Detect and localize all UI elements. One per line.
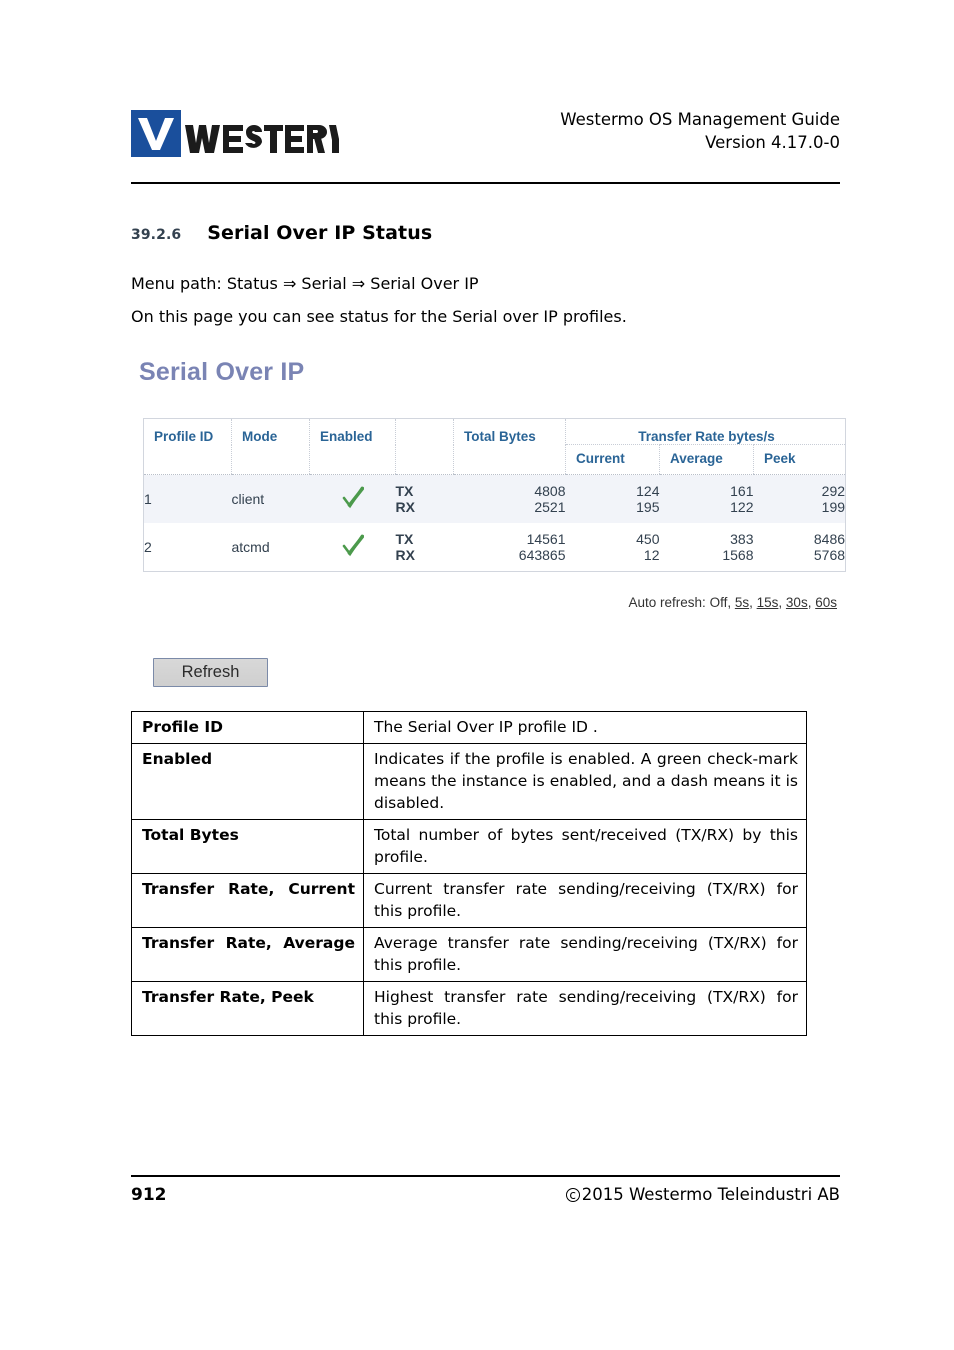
auto-refresh-sep-1: , [749,595,757,610]
column-header-transfer-rate-group: Transfer Rate bytes/s [565,418,846,445]
table-row: Total Bytes Total number of bytes sent/r… [131,819,807,874]
cell-profile-id: 1 [144,491,152,507]
column-header-enabled: Enabled [309,418,396,474]
field-description-table: Profile ID The Serial Over IP profile ID… [131,711,807,1036]
copyright-notice: c 2015 Westermo Teleindustri AB [565,1185,840,1204]
definition-transfer-rate-average: Average transfer rate sending/receiving … [363,927,807,982]
column-header-total-bytes: Total Bytes [453,418,566,474]
cell-enabled [310,475,396,524]
term-transfer-rate-current: Transfer Rate, Current [131,873,364,928]
term-total-bytes: Total Bytes [131,819,364,874]
serial-over-ip-status-table: Profile ID Mode Enabled Total Bytes Tran… [143,418,847,572]
column-header-average: Average [659,444,754,474]
westermo-w-mark-icon [131,110,181,157]
auto-refresh-off: Off [709,595,728,610]
term-transfer-rate-average: Transfer Rate, Average [131,927,364,982]
term-enabled: Enabled [131,743,364,820]
cell-direction-rx: RX [395,547,415,563]
definition-transfer-rate-peek: Highest transfer rate sending/receiving … [363,981,807,1036]
table-row: Transfer Rate, Peek Highest transfer rat… [131,981,807,1036]
table-row: Transfer Rate, Current Current transfer … [131,873,807,928]
definition-profile-id: The Serial Over IP profile ID . [363,711,807,744]
definition-enabled: Indicates if the profile is enabled. A g… [363,743,807,820]
table-row: 1 client TX 4808 124 161 292 [143,474,846,508]
cell-peek-tx: 8486 [813,531,846,547]
serial-over-ip-screenshot: Serial Over IP Profile ID Mode Enabled T… [131,352,847,622]
term-transfer-rate-peek: Transfer Rate, Peek [131,981,364,1036]
cell-total-bytes-tx: 4808 [534,483,566,499]
document-page: Westermo OS Management Guide Version 4.1… [0,0,954,1350]
document-title: Westermo OS Management Guide [560,110,840,129]
cell-mode: atcmd [231,539,270,555]
definition-transfer-rate-current: Current transfer rate sending/receiving … [363,873,807,928]
column-header-mode: Mode [231,418,310,474]
definition-total-bytes: Total number of bytes sent/received (TX/… [363,819,807,874]
copyright-text: 2015 Westermo Teleindustri AB [581,1185,840,1204]
auto-refresh-label: Auto refresh: [628,595,706,610]
auto-refresh-bar: Auto refresh: Off, 5s, 15s, 30s, 60s [629,595,838,610]
cell-peek-rx: 5768 [813,547,846,563]
footer-divider [131,1175,840,1178]
cell-peek-tx: 292 [821,483,846,499]
auto-refresh-sep-2: , [778,595,786,610]
cell-direction-tx: TX [395,483,414,499]
cell-average-tx: 161 [730,483,754,499]
document-title-block: Westermo OS Management Guide Version 4.1… [560,108,840,155]
table-row: Transfer Rate, Average Average transfer … [131,927,807,982]
cell-enabled [310,523,396,572]
westermo-logo [131,110,339,157]
table-row: Enabled Indicates if the profile is enab… [131,743,807,820]
page-header: Westermo OS Management Guide Version 4.1… [131,100,840,178]
cell-total-bytes-rx: 643865 [518,547,566,563]
copyright-icon: c [565,1188,580,1202]
table-header-row-top: Profile ID Mode Enabled Total Bytes Tran… [143,418,846,474]
screenshot-heading: Serial Over IP [139,358,305,386]
green-check-icon [342,486,364,510]
column-header-direction [395,418,454,474]
table-row: 2 atcmd TX 14561 450 383 8486 [143,523,846,556]
cell-average-tx: 383 [730,531,754,547]
cell-direction-tx: TX [395,531,414,547]
cell-current-tx: 124 [636,483,660,499]
section-title: Serial Over IP Status [207,222,433,244]
cell-current-tx: 450 [636,531,660,547]
cell-average-rx: 1568 [722,547,754,563]
column-header-profile-id: Profile ID [143,418,232,474]
intro-text: On this page you can see status for the … [131,307,627,326]
westermo-wordmark [181,110,339,157]
term-profile-id: Profile ID [131,711,364,744]
auto-refresh-option-30s[interactable]: 30s [786,595,808,610]
cell-total-bytes-rx: 2521 [534,499,566,515]
header-divider [131,182,840,185]
cell-average-rx: 122 [730,499,754,515]
cell-mode: client [231,491,265,507]
cell-current-rx: 12 [643,547,660,563]
auto-refresh-option-60s[interactable]: 60s [815,595,837,610]
auto-refresh-sep-0: , [727,595,735,610]
page-title: 39.2.6 Serial Over IP Status [131,222,432,244]
section-number: 39.2.6 [131,227,182,243]
cell-profile-id: 2 [144,539,152,555]
cell-current-rx: 195 [636,499,660,515]
cell-peek-rx: 199 [821,499,846,515]
column-header-current: Current [565,444,660,474]
auto-refresh-option-15s[interactable]: 15s [757,595,779,610]
document-version: Version 4.17.0-0 [705,133,840,153]
cell-total-bytes-tx: 14561 [526,531,566,547]
table-row: Profile ID The Serial Over IP profile ID… [131,711,807,744]
cell-direction-rx: RX [395,499,415,515]
menu-path-text: Menu path: Status ⇒ Serial ⇒ Serial Over… [131,274,479,293]
green-check-icon [342,534,364,558]
refresh-button[interactable]: Refresh [153,658,268,687]
column-header-peek: Peek [753,444,846,474]
auto-refresh-option-5s[interactable]: 5s [735,595,749,610]
page-number: 912 [131,1185,167,1205]
